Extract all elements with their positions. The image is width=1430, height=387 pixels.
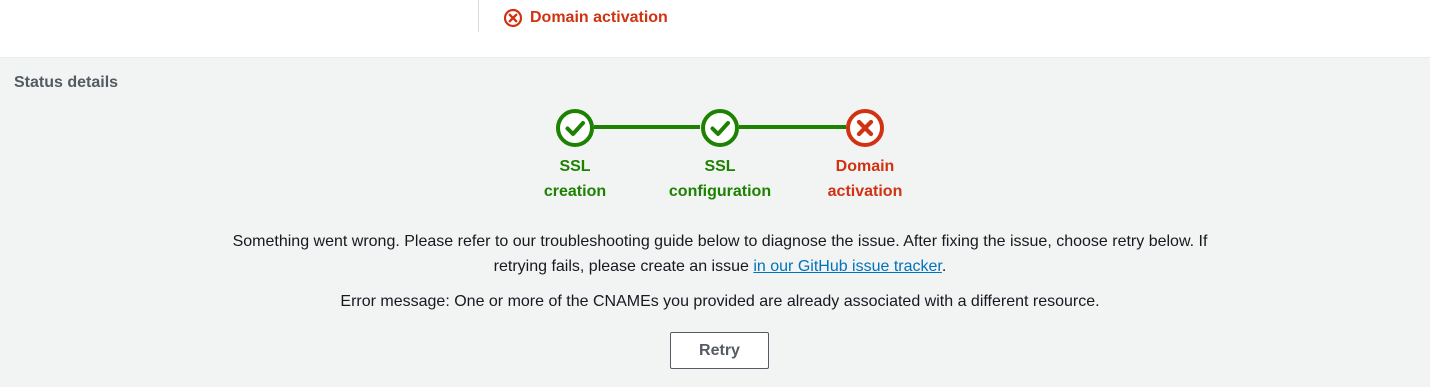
step-label-domain-activation: Domain activation xyxy=(785,154,945,204)
status-details-panel: Status details SSL creation SSL configur… xyxy=(0,58,1430,387)
message-text: Something went wrong. Please refer to ou… xyxy=(232,233,1208,275)
github-issue-link[interactable]: in our GitHub issue tracker xyxy=(753,258,942,275)
step-label-ssl-configuration: SSL configuration xyxy=(640,154,800,204)
section-title: Status details xyxy=(14,74,119,91)
step-label-line: configuration xyxy=(668,183,772,200)
divider xyxy=(478,0,479,32)
status-label: Domain activation xyxy=(530,9,668,26)
step-label-line: SSL xyxy=(559,158,591,175)
error-circle-icon xyxy=(503,8,523,28)
error-circle-icon xyxy=(845,108,885,148)
check-circle-icon xyxy=(700,108,740,148)
check-circle-icon xyxy=(555,108,595,148)
domain-activation-status: Domain activation xyxy=(503,8,668,28)
message-end: . xyxy=(941,258,947,275)
step-connector xyxy=(739,125,846,129)
step-label-line: creation xyxy=(543,183,607,200)
step-label-line: Domain xyxy=(835,158,895,175)
step-connector xyxy=(594,125,700,129)
step-label-ssl-creation: SSL creation xyxy=(495,154,655,204)
troubleshooting-message: Something went wrong. Please refer to ou… xyxy=(215,229,1225,279)
step-label-line: activation xyxy=(827,183,903,200)
top-bar: Domain activation xyxy=(0,0,1430,58)
error-message: Error message: One or more of the CNAMEs… xyxy=(340,293,1100,310)
retry-button[interactable]: Retry xyxy=(670,332,769,369)
step-label-line: SSL xyxy=(704,158,736,175)
